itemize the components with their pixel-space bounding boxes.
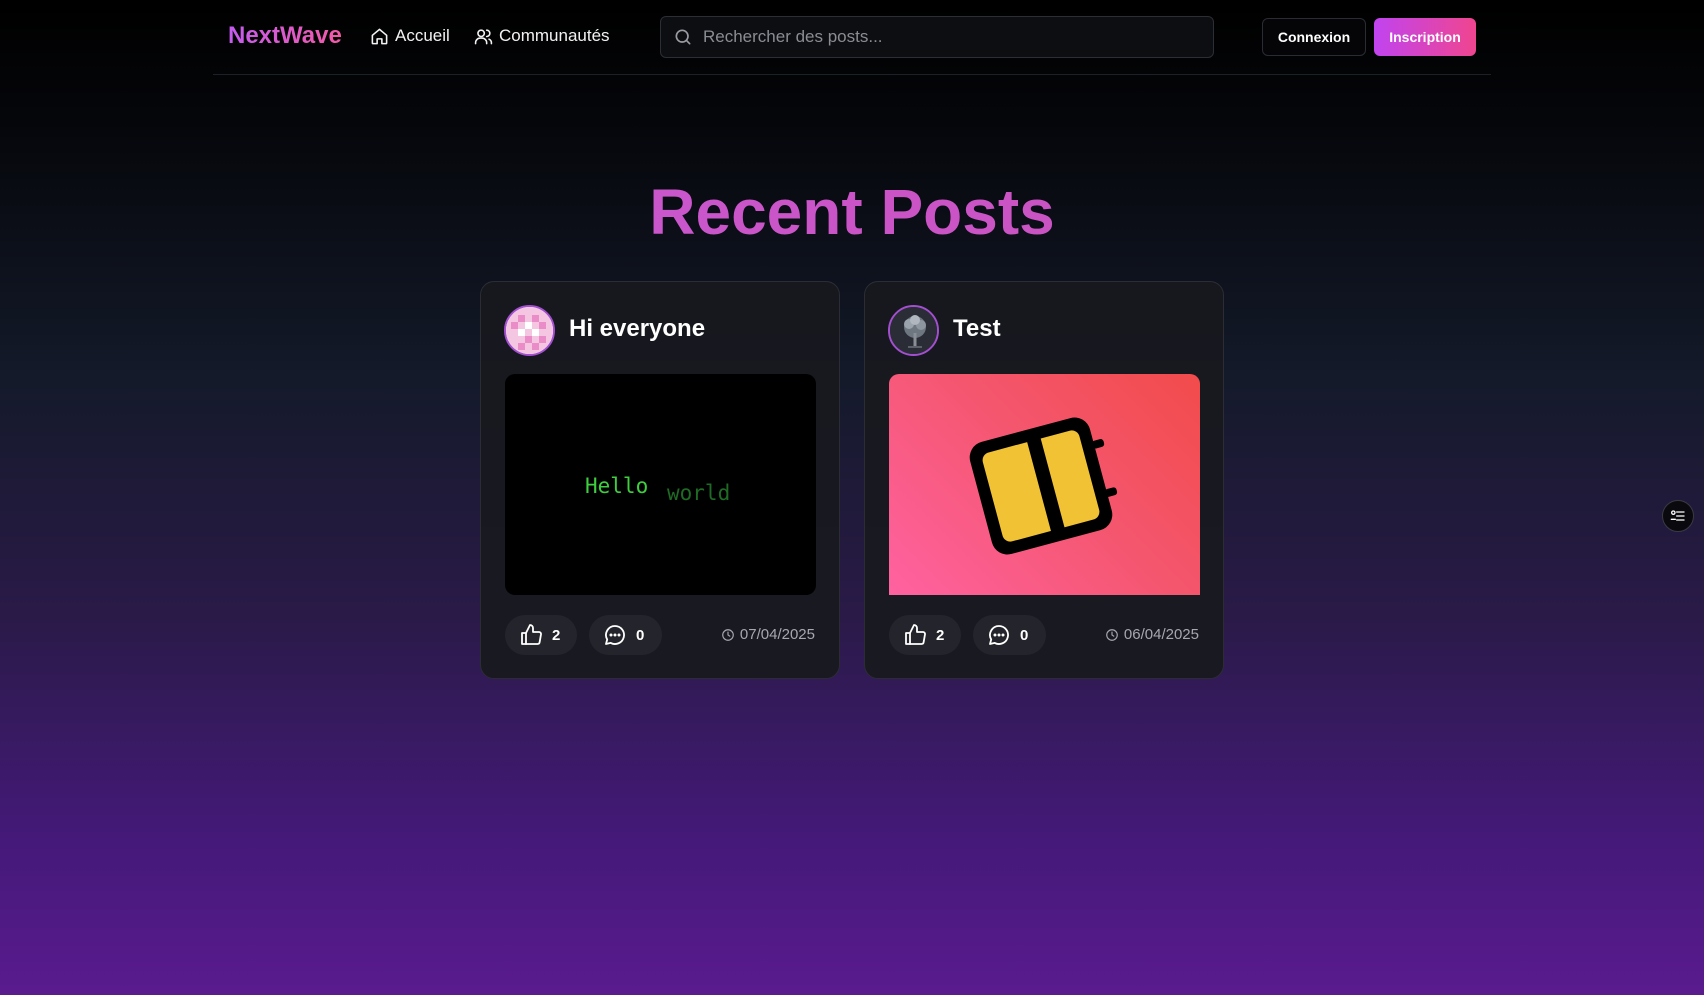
post-card[interactable]: Hi everyone Hello world 2 0 07/04/2025 [480,281,840,679]
nav-communities-link[interactable]: Communautés [474,26,610,46]
post-image[interactable]: Hello world [505,374,816,595]
thumbs-up-icon [905,624,926,645]
post-title[interactable]: Test [953,315,1001,343]
image-text-hello: Hello [585,474,649,498]
nav-home-link[interactable]: Accueil [370,26,450,46]
post-image[interactable] [889,374,1200,595]
comment-count: 0 [636,626,645,644]
settings-toggle-button[interactable] [1662,500,1694,532]
thumbs-up-icon [521,624,542,645]
like-count: 2 [936,626,945,644]
comment-button[interactable]: 0 [973,615,1046,655]
post-date: 07/04/2025 [721,626,815,643]
post-title[interactable]: Hi everyone [569,315,705,343]
comment-icon [605,625,625,645]
like-button[interactable]: 2 [505,615,577,655]
list-settings-icon [1670,510,1685,521]
comment-icon [989,625,1009,645]
search-bar [660,16,1214,58]
like-button[interactable]: 2 [889,615,961,655]
signup-button[interactable]: Inscription [1374,18,1476,56]
post-date-text: 07/04/2025 [739,626,815,643]
clock-icon [722,628,734,641]
nav-communities-label: Communautés [499,26,610,45]
search-input[interactable] [703,27,1213,47]
login-button[interactable]: Connexion [1262,18,1366,56]
search-icon [675,29,691,45]
comment-button[interactable]: 0 [589,615,662,655]
post-date-text: 06/04/2025 [1123,626,1199,643]
code-preview-icon: Hello world [505,374,816,595]
post-card[interactable]: Test 2 0 06/04/2025 [864,281,1224,679]
home-icon [371,28,388,44]
users-icon [474,28,493,44]
image-text-world: world [667,481,731,505]
top-navbar: NextWave Accueil Communautés Connexion I… [213,0,1491,75]
checker-avatar-icon[interactable] [504,305,555,356]
tree-avatar-icon[interactable] [888,305,939,356]
page-title: Recent Posts [0,172,1704,252]
notebook-icon [969,417,1118,555]
brand-logo[interactable]: NextWave [228,22,342,50]
like-count: 2 [552,626,561,644]
nav-home-label: Accueil [395,26,450,45]
post-date: 06/04/2025 [1105,626,1199,643]
clock-icon [1106,628,1118,641]
comment-count: 0 [1020,626,1029,644]
